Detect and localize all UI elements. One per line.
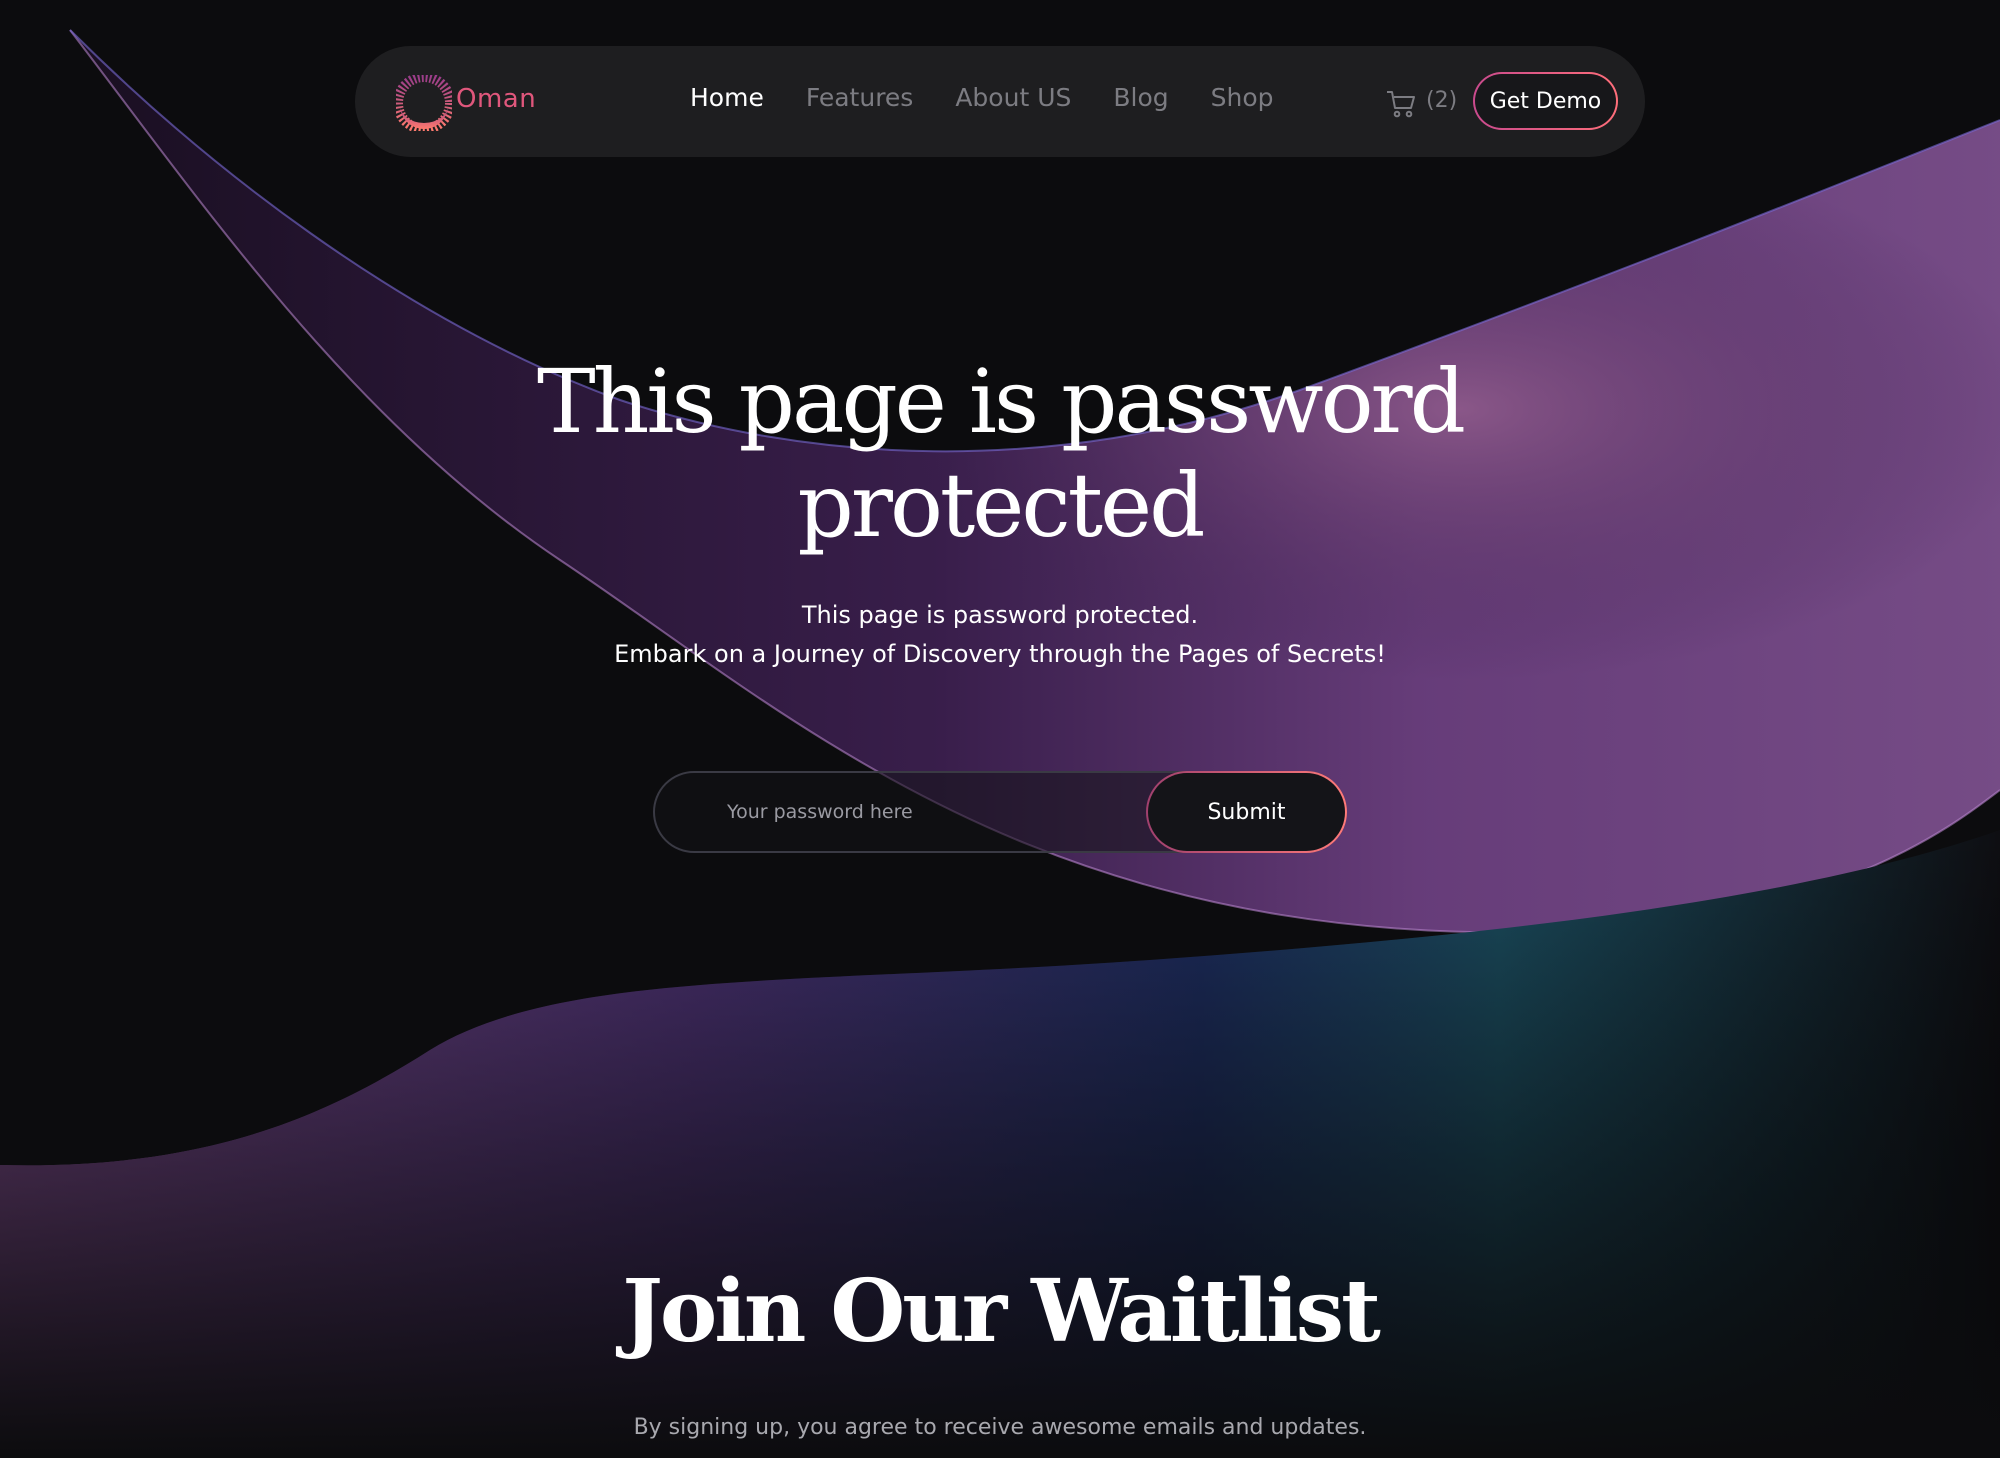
brand-name[interactable]: Oman	[456, 84, 536, 114]
page-title-line-1: This page is password	[537, 350, 1466, 453]
main-menu: Home Features About US Blog Shop	[669, 80, 1295, 116]
page-subtitle-line-2: Embark on a Journey of Discovery through…	[614, 640, 1386, 668]
page-title: This page is password protected	[400, 350, 1600, 558]
nav-item-about-us[interactable]: About US	[934, 80, 1092, 116]
password-form: Submit	[653, 771, 1347, 853]
nav-item-blog[interactable]: Blog	[1092, 80, 1189, 116]
nav-item-features[interactable]: Features	[785, 80, 935, 116]
waitlist-title: Join Our Waitlist	[622, 1261, 1381, 1362]
waitlist-subtitle: By signing up, you agree to receive awes…	[633, 1415, 1367, 1440]
top-navbar: Oman Home Features About US Blog Shop (2…	[355, 46, 1645, 157]
page-title-line-2: protected	[797, 454, 1206, 557]
get-demo-button[interactable]: Get Demo	[1473, 72, 1618, 130]
submit-button[interactable]: Submit	[1146, 771, 1347, 853]
page-subtitle-line-1: This page is password protected.	[801, 601, 1199, 629]
brand-logo-icon[interactable]	[396, 75, 452, 131]
cart-count: (2)	[1426, 88, 1458, 113]
nav-item-shop[interactable]: Shop	[1190, 80, 1295, 116]
cart-icon[interactable]	[1385, 89, 1417, 119]
nav-item-home[interactable]: Home	[669, 80, 785, 116]
page-subtitle: This page is password protected. Embark …	[400, 596, 1600, 674]
background-wave-art	[0, 29, 2000, 1458]
